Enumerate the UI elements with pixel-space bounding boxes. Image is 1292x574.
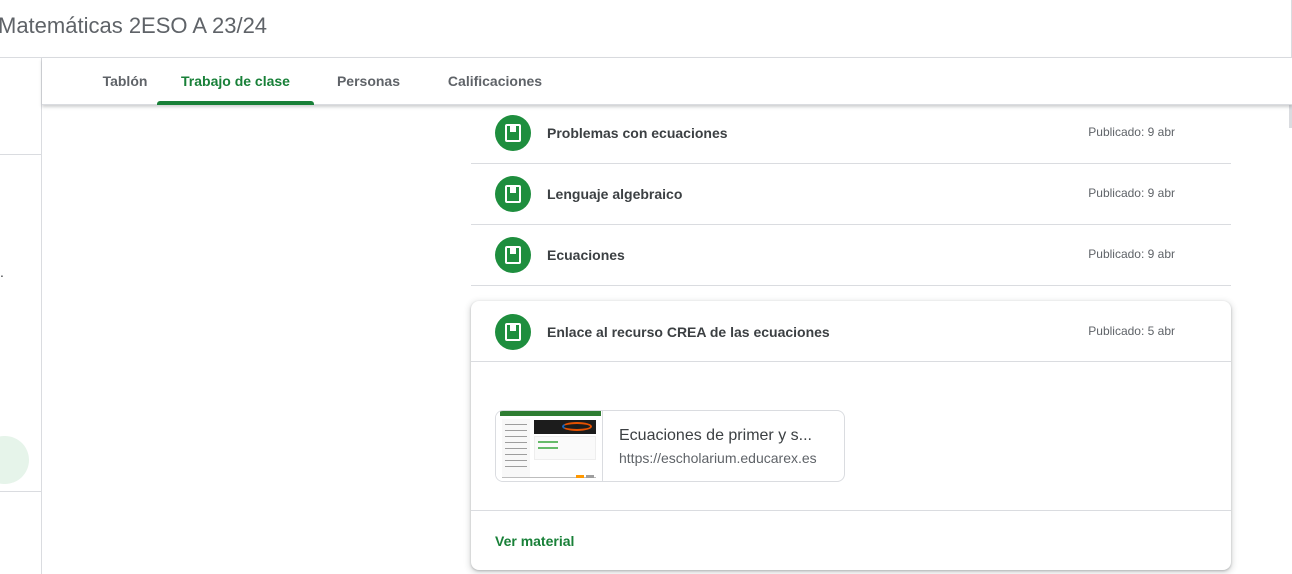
view-material-link[interactable]: Ver material [495, 533, 574, 549]
tab-label: Trabajo de clase [181, 73, 290, 89]
rail-active-item[interactable] [0, 436, 29, 484]
material-card-header[interactable]: Enlace al recurso CREA de las ecuaciones… [471, 301, 1231, 362]
material-icon [495, 237, 531, 273]
tab-label: Calificaciones [447, 73, 543, 89]
material-icon [495, 176, 531, 212]
tab-stream[interactable]: Tablón [89, 58, 161, 105]
left-nav-rail: . [0, 58, 42, 574]
publish-date: Publicado: 9 abr [1088, 186, 1175, 200]
link-url: https://escholarium.educarex.es [619, 450, 817, 466]
course-header: Matemáticas 2ESO A 23/24 [0, 0, 1292, 58]
material-title: Lenguaje algebraico [547, 186, 683, 202]
active-tab-indicator [157, 101, 314, 105]
material-row[interactable]: Ecuaciones Publicado: 9 abr [471, 225, 1231, 286]
link-thumbnail [496, 411, 603, 481]
tab-label: Personas [336, 73, 401, 89]
material-icon [495, 115, 531, 151]
link-attachment[interactable]: Ecuaciones de primer y s... https://esch… [495, 410, 845, 482]
material-row[interactable]: Problemas con ecuaciones Publicado: 9 ab… [471, 103, 1231, 164]
rail-divider [0, 491, 41, 492]
card-divider [471, 510, 1231, 511]
course-title: Matemáticas 2ESO A 23/24 [0, 13, 268, 38]
tab-people[interactable]: Personas [332, 58, 405, 105]
tab-label: Tablón [102, 73, 148, 89]
publish-date: Publicado: 9 abr [1088, 247, 1175, 261]
material-icon [495, 314, 531, 350]
link-title: Ecuaciones de primer y s... [619, 427, 812, 444]
material-title: Ecuaciones [547, 247, 625, 263]
publish-date: Publicado: 9 abr [1088, 125, 1175, 139]
rail-divider [0, 154, 41, 155]
material-row[interactable]: Lenguaje algebraico Publicado: 9 abr [471, 164, 1231, 225]
rail-dot: . [0, 264, 4, 280]
tab-grades[interactable]: Calificaciones [443, 58, 547, 105]
publish-date: Publicado: 5 abr [1088, 324, 1175, 338]
expanded-material-card: Enlace al recurso CREA de las ecuaciones… [471, 301, 1231, 570]
material-title: Enlace al recurso CREA de las ecuaciones [547, 324, 830, 340]
material-title: Problemas con ecuaciones [547, 125, 728, 141]
tab-classwork[interactable]: Trabajo de clase [157, 58, 314, 105]
tab-bar: Tablón Trabajo de clase Personas Calific… [42, 58, 1292, 105]
